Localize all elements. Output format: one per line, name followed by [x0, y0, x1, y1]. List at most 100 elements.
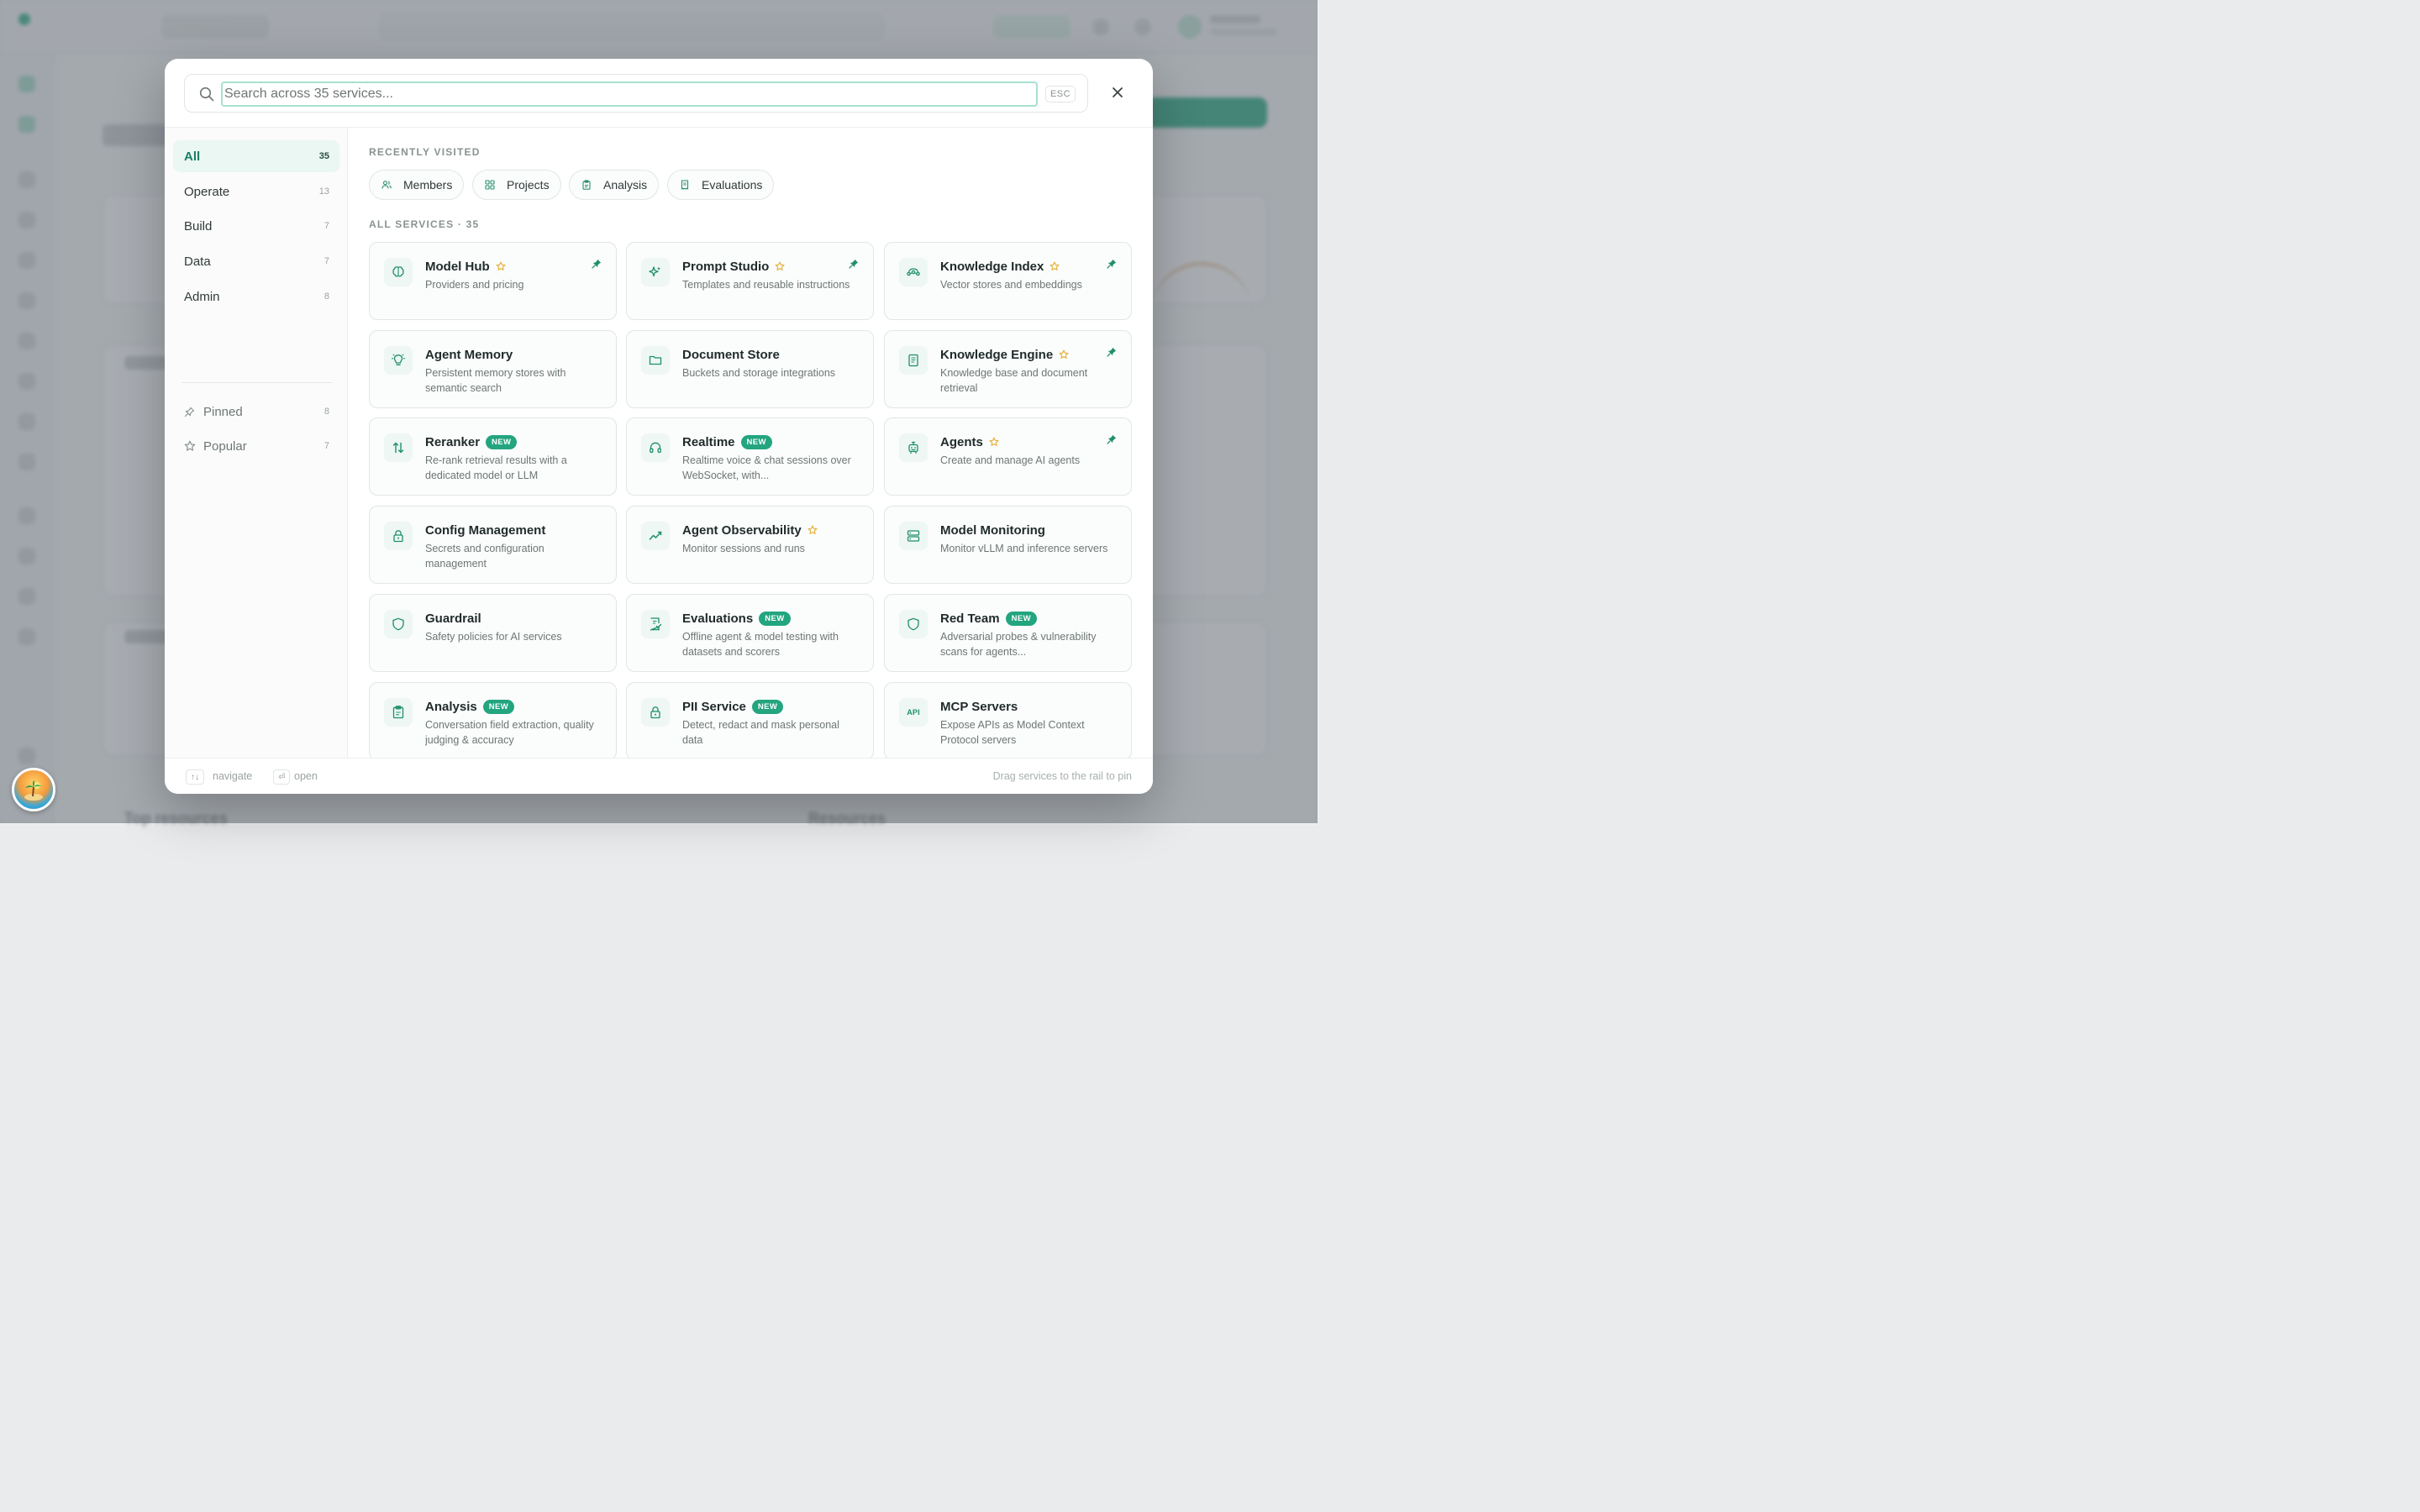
service-description: Safety policies for AI services [425, 631, 562, 643]
service-launcher-modal: ESC All 35 Operate 13 Build 7 Data 7 Adm… [165, 59, 1153, 794]
service-description: Expose APIs as Model Context Protocol se… [940, 719, 1085, 746]
card-title-row: Realtime NEW [682, 433, 772, 450]
card-title-row: Agents [940, 433, 999, 450]
category-count: 7 [324, 221, 329, 231]
service-card-prompt-studio[interactable]: Prompt Studio Templates and reusable inst… [626, 242, 874, 320]
service-description: Offline agent & model testing with datas… [682, 631, 839, 658]
star-icon[interactable] [775, 261, 785, 271]
star-icon[interactable] [1050, 261, 1060, 271]
service-title: Evaluations [682, 611, 754, 626]
service-card-pii-service[interactable]: PII Service NEW Detect, redact and mask pe… [626, 682, 874, 758]
service-card-agent-memory[interactable]: Agent Memory Persistent memory stores wit… [369, 330, 617, 408]
category-all[interactable]: All 35 [173, 140, 339, 172]
pin-icon[interactable] [1107, 347, 1117, 357]
service-card-agents[interactable]: Agents Create and manage AI agents [884, 417, 1132, 496]
service-title: Agent Observability [682, 522, 802, 538]
service-card-document-store[interactable]: Document Store Buckets and storage integr… [626, 330, 874, 408]
category-build[interactable]: Build 7 [173, 210, 339, 242]
service-description: Knowledge base and document retrieval [940, 367, 1088, 394]
recent-chip-members[interactable]: Members [369, 170, 465, 200]
card-title-row: Knowledge Engine [940, 346, 1069, 363]
card-title-row: Analysis NEW [425, 698, 515, 715]
category-sidebar: All 35 Operate 13 Build 7 Data 7 Admin 8… [165, 128, 348, 758]
chip-label: Projects [507, 178, 550, 192]
close-modal-button[interactable] [1107, 82, 1128, 102]
chip-label: Analysis [603, 178, 648, 192]
new-badge: NEW [1005, 611, 1037, 626]
star-icon[interactable] [1059, 349, 1069, 360]
card-title-row: Guardrail [425, 610, 481, 627]
recent-chip-evaluations[interactable]: Evaluations [667, 170, 775, 200]
open-hint-label: open [294, 770, 318, 782]
category-operate[interactable]: Operate 13 [173, 176, 339, 207]
service-title: Prompt Studio [682, 259, 770, 274]
service-card-knowledge-index[interactable]: Knowledge Index Vector stores and embeddi… [884, 242, 1132, 320]
filter-popular[interactable]: Popular 7 [173, 430, 339, 462]
service-card-guardrail[interactable]: Guardrail Safety policies for AI services [369, 594, 617, 672]
pin-icon[interactable] [592, 259, 602, 269]
category-label: Admin [184, 289, 220, 304]
shield-icon [384, 610, 413, 638]
new-badge: NEW [759, 611, 791, 626]
card-title-row: Config Management [425, 522, 545, 538]
service-card-analysis[interactable]: Analysis NEW Conversation field extraction… [369, 682, 617, 758]
service-card-red-team[interactable]: Red Team NEW Adversarial probes & vulnerab… [884, 594, 1132, 672]
service-description: Persistent memory stores with semantic s… [425, 367, 566, 394]
service-title: Model Monitoring [940, 522, 1045, 538]
card-title-row: Red Team NEW [940, 610, 1037, 627]
service-description: Vector stores and embeddings [940, 279, 1082, 291]
category-count: 13 [318, 186, 329, 197]
service-card-realtime[interactable]: Realtime NEW Realtime voice & chat session… [626, 417, 874, 496]
category-data[interactable]: Data 7 [173, 245, 339, 277]
service-title: Analysis [425, 699, 477, 714]
service-card-model-hub[interactable]: Model Hub Providers and pricing [369, 242, 617, 320]
star-icon[interactable] [989, 437, 999, 447]
pin-icon[interactable] [1107, 434, 1117, 444]
recent-chip-analysis[interactable]: Analysis [569, 170, 660, 200]
card-title-row: Model Monitoring [940, 522, 1045, 538]
category-admin[interactable]: Admin 8 [173, 281, 339, 312]
service-card-evaluations[interactable]: Evaluations NEW Offline agent & model test… [626, 594, 874, 672]
new-badge: NEW [486, 434, 518, 449]
service-search-input[interactable] [221, 81, 1038, 107]
headphones-icon [641, 433, 670, 462]
filter-pinned[interactable]: Pinned 8 [173, 396, 339, 428]
category-label: Data [184, 254, 211, 269]
new-badge: NEW [740, 434, 772, 449]
service-card-model-monitoring[interactable]: Model Monitoring Monitor vLLM and inferen… [884, 506, 1132, 584]
grid-icon [485, 180, 495, 190]
service-card-agent-observability[interactable]: Agent Observability Monitor sessions and … [626, 506, 874, 584]
category-label: Operate [184, 184, 230, 199]
service-card-config-management[interactable]: Config Management Secrets and configurati… [369, 506, 617, 584]
service-title: Red Team [940, 611, 1000, 626]
service-title: Model Hub [425, 259, 490, 274]
service-title: Guardrail [425, 611, 481, 626]
folder-icon [641, 346, 670, 375]
pin-icon [184, 406, 196, 417]
card-title-row: Prompt Studio [682, 258, 785, 275]
service-title: Agent Memory [425, 347, 513, 362]
service-description: Monitor sessions and runs [682, 543, 805, 554]
service-title: PII Service [682, 699, 746, 714]
star-icon[interactable] [808, 525, 818, 535]
recent-chip-projects[interactable]: Projects [472, 170, 561, 200]
service-card-mcp-servers[interactable]: API MCP Servers Expose APIs as Model Conte… [884, 682, 1132, 758]
service-card-knowledge-engine[interactable]: Knowledge Engine Knowledge base and docum… [884, 330, 1132, 408]
pin-icon[interactable] [849, 259, 859, 269]
service-description: Realtime voice & chat sessions over WebS… [682, 454, 851, 481]
star-icon[interactable] [496, 261, 506, 271]
lock-icon [641, 698, 670, 727]
modal-footer: ↑↓ navigate ⏎ open Drag services to the … [165, 758, 1153, 794]
lightbulb-icon [384, 346, 413, 375]
category-count: 35 [318, 151, 329, 161]
clipboard-icon [581, 180, 592, 190]
pin-icon[interactable] [1107, 259, 1117, 269]
book-icon [899, 346, 928, 375]
assistant-avatar-button[interactable] [12, 768, 55, 811]
service-card-reranker[interactable]: Reranker NEW Re-rank retrieval results wit… [369, 417, 617, 496]
card-title-row: MCP Servers [940, 698, 1018, 715]
open-key-hint: ⏎ [273, 769, 291, 785]
navigate-key-hint: ↑↓ [186, 769, 204, 785]
server-icon [899, 522, 928, 550]
users-icon [381, 180, 392, 190]
